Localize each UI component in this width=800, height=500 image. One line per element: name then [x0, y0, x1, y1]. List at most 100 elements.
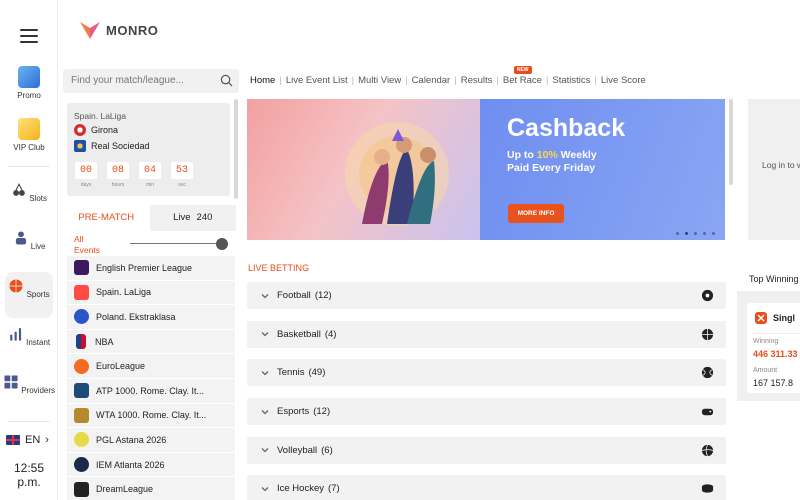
bars-icon	[10, 328, 21, 341]
winning-label: Winning	[753, 338, 779, 345]
tab-live[interactable]: Live 240	[149, 205, 236, 231]
rail-item-promo[interactable]: Promo	[0, 66, 58, 100]
filter-slider-track[interactable]	[130, 243, 220, 244]
rail-item-slots[interactable]: Slots	[0, 182, 58, 203]
tab-live-label: Live	[173, 212, 191, 223]
countdown-seconds: 53 sec	[171, 162, 193, 188]
login-panel[interactable]: Log in to w	[748, 99, 800, 240]
league-item[interactable]: DreamLeague	[67, 477, 235, 500]
banner-title: Cashback	[507, 114, 626, 142]
sport-row-tennis[interactable]: Tennis (49)	[247, 359, 726, 387]
nav-statistics[interactable]: Statistics	[552, 75, 590, 86]
rail-item-vip-club[interactable]: VIP Club	[0, 118, 58, 152]
login-prompt: Log in to w	[762, 160, 800, 170]
rail-item-live[interactable]: Live	[0, 230, 58, 251]
away-team-name: Real Sociedad	[91, 141, 150, 151]
menu-icon[interactable]	[20, 29, 38, 43]
rail-divider	[8, 166, 50, 167]
league-item[interactable]: WTA 1000. Rome. Clay. It...	[67, 403, 235, 429]
rail-item-label: Promo	[17, 91, 41, 100]
nav-bet-race[interactable]: Bet Race	[503, 75, 542, 86]
pgl-icon	[74, 432, 89, 448]
nav-multi-view[interactable]: Multi View	[358, 75, 401, 86]
language-selector[interactable]: EN ›	[6, 434, 49, 446]
brand-logo[interactable]: MONRO	[80, 19, 158, 41]
chevron-down-icon	[261, 486, 269, 492]
nav-live-event-list[interactable]: Live Event List	[286, 75, 348, 86]
heroes-illustration	[345, 122, 449, 226]
nav-results[interactable]: Results	[461, 75, 493, 86]
nav-home[interactable]: Home	[250, 75, 275, 86]
top-winning-card[interactable]: Singl Winning 446 311.33 Amount 167 157.…	[737, 291, 800, 401]
league-item[interactable]: Poland. Ekstraklasa	[67, 305, 235, 330]
game-logo-icon	[755, 312, 767, 324]
sport-row-basketball[interactable]: Basketball (4)	[247, 320, 726, 348]
live-betting-title: LIVE BETTING	[248, 263, 310, 273]
league-list: English Premier League Spain. LaLiga Pol…	[67, 256, 235, 500]
search-placeholder: Find your match/league...	[71, 75, 184, 86]
left-scrollbar[interactable]	[234, 99, 238, 199]
carousel-dots	[676, 232, 715, 235]
clock: 12:55 p.m.	[0, 461, 58, 489]
upcoming-match-card[interactable]: Spain. LaLiga Girona Real Sociedad 00 day…	[67, 103, 230, 196]
rail-item-label: VIP Club	[13, 143, 45, 152]
chevron-down-icon	[261, 293, 269, 298]
winning-entry: Singl Winning 446 311.33 Amount 167 157.…	[747, 303, 800, 393]
rail-item-label: Slots	[29, 194, 48, 203]
rail-divider	[8, 421, 50, 422]
match-countdown: 00 days 08 hours 04 min 53 sec	[75, 162, 193, 188]
tab-prematch[interactable]: PRE-MATCH	[63, 205, 150, 231]
carousel-dot[interactable]	[685, 232, 688, 235]
nba-icon	[76, 334, 86, 350]
dealer-icon	[15, 231, 26, 245]
countdown-minutes: 04 min	[139, 162, 161, 188]
winning-value: 446 311.33	[753, 349, 798, 359]
rail-item-instant[interactable]: Instant	[0, 326, 58, 347]
rail-item-sports[interactable]: Sports	[5, 272, 53, 318]
crown-icon	[18, 118, 40, 140]
sport-row-esports[interactable]: Esports (12)	[247, 398, 726, 426]
league-item[interactable]: NBA	[67, 329, 235, 355]
carousel-dot[interactable]	[694, 232, 697, 235]
promo-banner[interactable]: Cashback Up to 10% Weekly Paid Every Fri…	[247, 99, 725, 240]
league-item[interactable]: IEM Atlanta 2026	[67, 452, 235, 478]
amount-value: 167 157.8	[753, 378, 794, 388]
league-item[interactable]: Spain. LaLiga	[67, 280, 235, 306]
nav-live-score[interactable]: Live Score	[601, 75, 646, 86]
new-badge: NEW	[513, 66, 532, 74]
chevron-down-icon	[261, 409, 269, 414]
basketball-icon	[701, 328, 714, 340]
sidebar-tabs: PRE-MATCH Live 240	[63, 205, 236, 231]
football-icon	[701, 289, 714, 302]
search-input[interactable]: Find your match/league...	[63, 69, 239, 93]
carousel-dot[interactable]	[712, 232, 715, 235]
winning-game-name: Singl	[773, 313, 795, 323]
league-item[interactable]: PGL Astana 2026	[67, 428, 235, 453]
chevron-down-icon	[261, 332, 269, 337]
rail-item-providers[interactable]: Providers	[0, 374, 58, 395]
language-label: EN	[25, 434, 41, 446]
home-team-name: Girona	[91, 125, 119, 135]
cherry-icon	[13, 182, 25, 196]
carousel-dot[interactable]	[703, 232, 706, 235]
search-icon[interactable]	[220, 74, 233, 87]
filter-slider-handle[interactable]	[216, 238, 228, 250]
atp-icon	[74, 383, 89, 399]
divider	[753, 333, 800, 334]
rail-item-label: Providers	[21, 386, 56, 395]
sport-row-football[interactable]: Football (12)	[247, 282, 726, 309]
league-item[interactable]: ATP 1000. Rome. Clay. It...	[67, 378, 235, 404]
logo-mark-icon	[80, 22, 100, 39]
all-events-filter[interactable]: All Events	[74, 234, 100, 256]
more-info-button[interactable]: MORE INFO	[508, 204, 564, 223]
countdown-hours: 08 hours	[107, 162, 129, 188]
sport-row-ice-hockey[interactable]: Ice Hockey (7)	[247, 475, 726, 500]
league-item[interactable]: EuroLeague	[67, 354, 235, 379]
nav-calendar[interactable]: Calendar	[412, 75, 451, 86]
promo-icon	[18, 66, 40, 88]
main-scrollbar[interactable]	[729, 99, 733, 185]
carousel-dot[interactable]	[676, 232, 679, 235]
laliga-icon	[74, 284, 89, 300]
sport-row-volleyball[interactable]: Volleyball (6)	[247, 436, 726, 464]
league-item[interactable]: English Premier League	[67, 256, 235, 281]
